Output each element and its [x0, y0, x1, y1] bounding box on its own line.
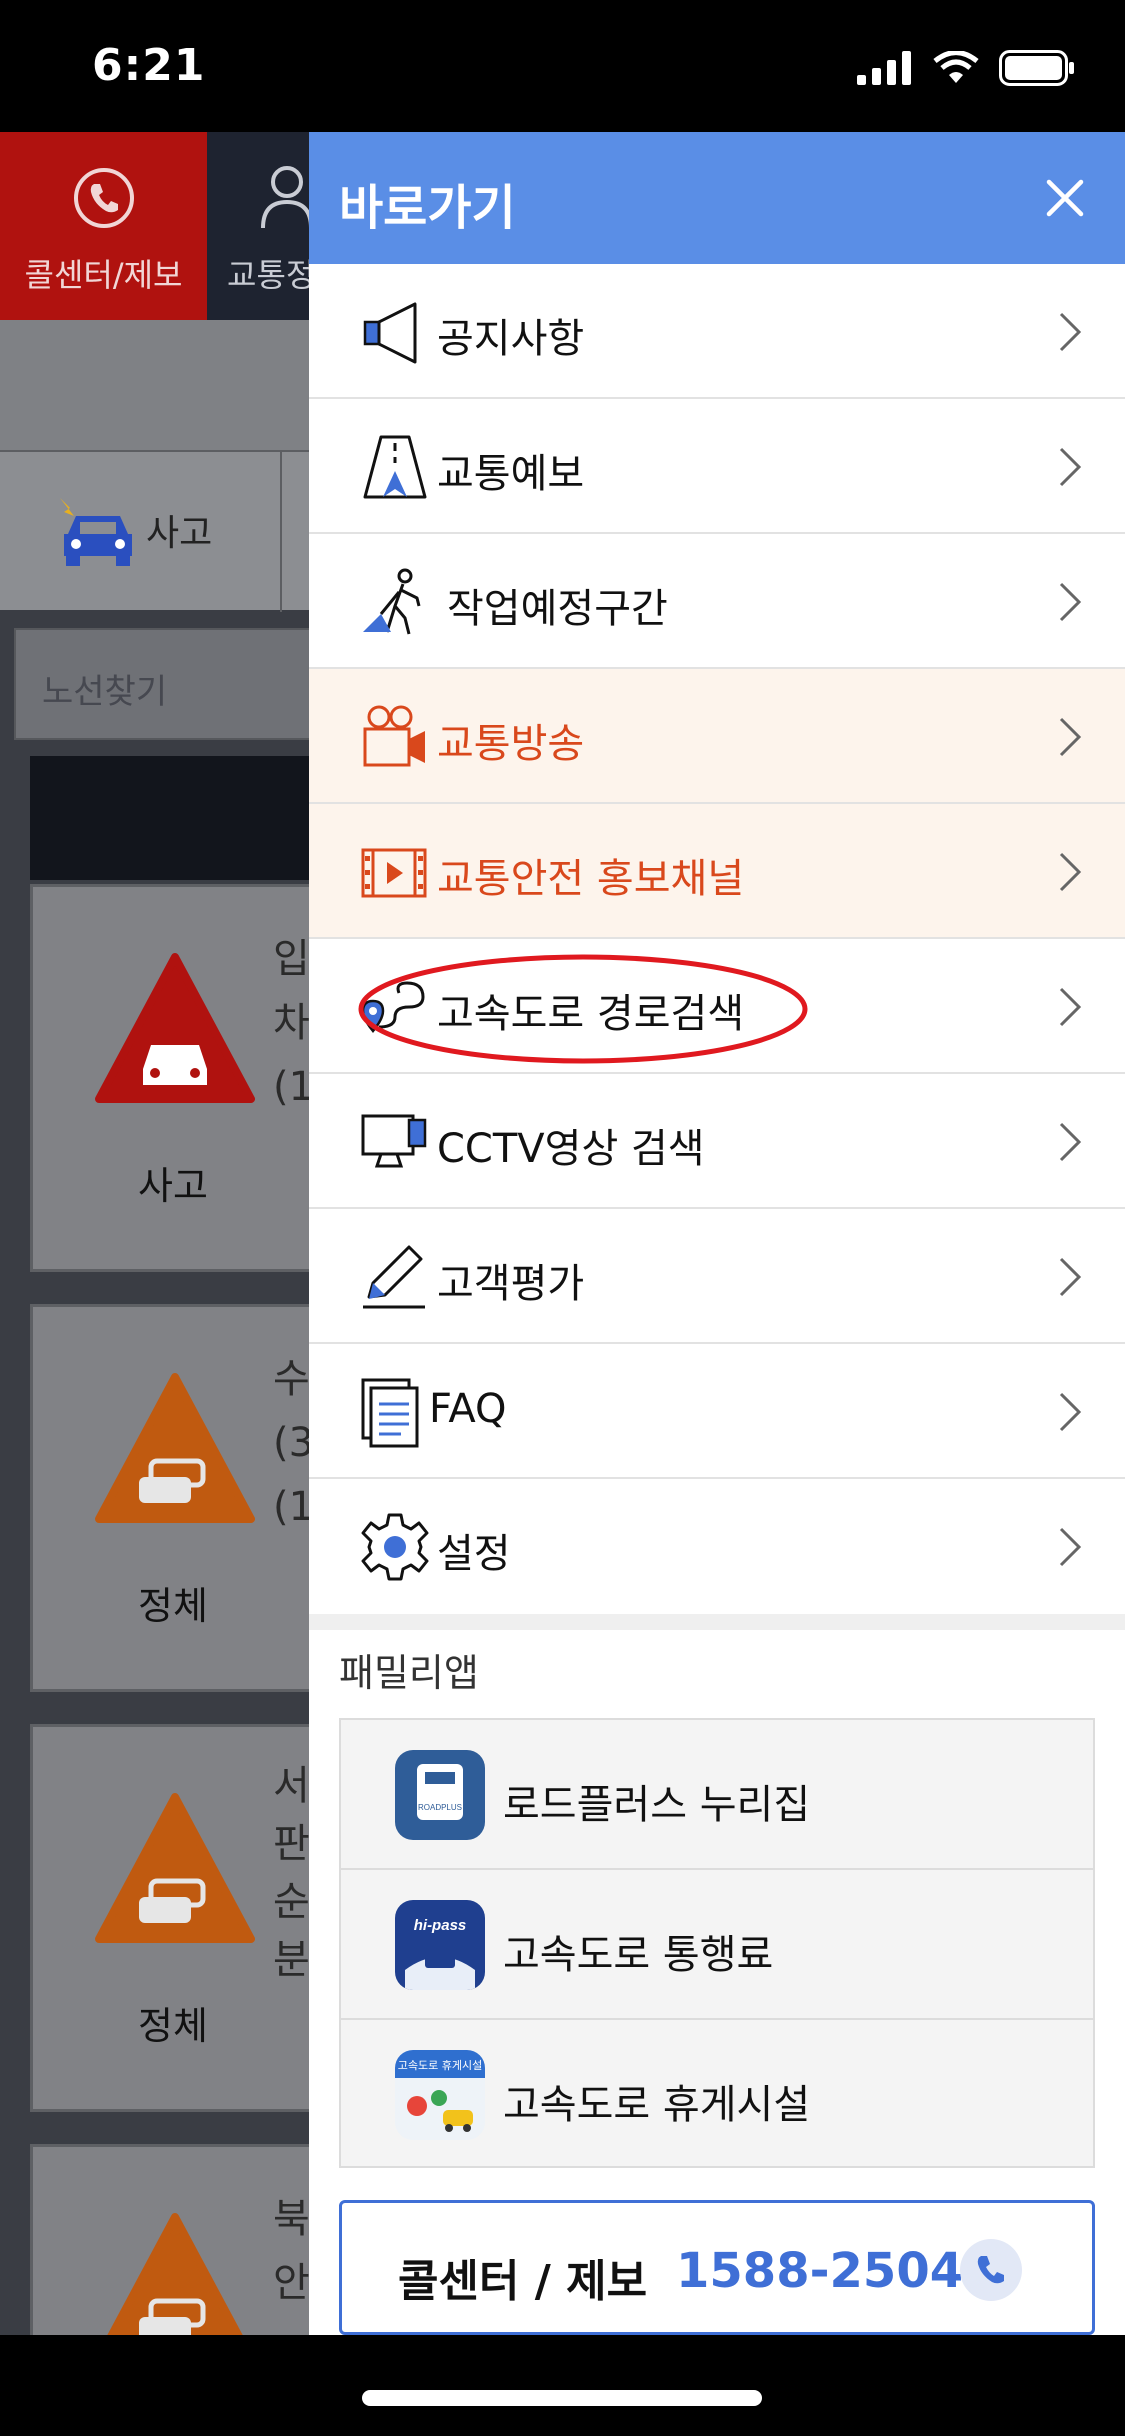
red-circle-annotation: [358, 954, 808, 1064]
document-icon: [361, 1378, 419, 1448]
bg-route-search-placeholder: 노선찾기: [42, 672, 168, 712]
chevron-right-icon: [1059, 717, 1082, 757]
drawer-title: 바로가기: [339, 180, 516, 236]
chevron-right-icon: [1059, 447, 1082, 487]
home-indicator-area: [0, 2335, 1125, 2436]
drawer-header: 바로가기: [309, 132, 1125, 264]
card-description: 입 차 (1: [273, 936, 315, 1110]
road-forecast-icon: [363, 435, 427, 499]
menu-item-label: 교통안전 홍보채널: [437, 856, 745, 902]
family-app-roadplus[interactable]: ROADPLUS 로드플러스 누리집: [341, 1720, 1093, 1870]
wifi-icon: [933, 51, 979, 83]
section-divider: [309, 1614, 1125, 1630]
chevron-right-icon: [1059, 1527, 1082, 1567]
chevron-right-icon: [1059, 582, 1082, 622]
card-type-label: 사고: [138, 1164, 208, 1208]
menu-item-label: 교통예보: [437, 451, 585, 497]
bg-tab-accident[interactable]: 사고: [0, 452, 282, 612]
callcenter-button[interactable]: 콜센터 / 제보 1588-2504: [339, 2200, 1095, 2335]
phone-icon: [74, 168, 134, 228]
family-apps-list: ROADPLUS 로드플러스 누리집 hi-pass 고속도로 통행료 고속도로…: [339, 1718, 1095, 2168]
svg-text:hi-pass: hi-pass: [414, 1917, 467, 1934]
family-apps-title: 패밀리앱: [339, 1651, 479, 1695]
roadplus-app-icon: ROADPLUS: [395, 1750, 485, 1840]
menu-item-notice[interactable]: 공지사항: [309, 264, 1125, 399]
chevron-right-icon: [1059, 312, 1082, 352]
hipass-app-icon: hi-pass: [395, 1900, 485, 1990]
menu-item-faq[interactable]: FAQ: [309, 1344, 1125, 1479]
congestion-warning-icon: [107, 2213, 243, 2335]
menu-item-traffic-forecast[interactable]: 교통예보: [309, 399, 1125, 534]
card-description: 서 판 순 분: [273, 1763, 310, 1983]
film-icon: [361, 848, 427, 898]
status-bar: 6:21: [0, 0, 1125, 132]
car-crash-icon: [60, 498, 132, 566]
status-time: 6:21: [92, 40, 206, 91]
chevron-right-icon: [1059, 852, 1082, 892]
roadwork-icon: [363, 568, 421, 635]
chevron-right-icon: [1059, 1392, 1082, 1432]
chevron-right-icon: [1059, 1257, 1082, 1297]
callcenter-number: 1588-2504: [676, 2243, 964, 2299]
menu-item-settings[interactable]: 설정: [309, 1479, 1125, 1614]
menu-item-label: CCTV영상 검색: [437, 1126, 705, 1172]
family-app-label: 고속도로 통행료: [503, 1932, 774, 1978]
video-camera-icon: [363, 705, 425, 767]
menu-item-route-search[interactable]: 고속도로 경로검색: [309, 939, 1125, 1074]
svg-text:고속도로 휴게시설: 고속도로 휴게시설: [398, 2059, 482, 2072]
chevron-right-icon: [1059, 987, 1082, 1027]
menu-item-label: 작업예정구간: [447, 586, 668, 632]
gear-icon: [361, 1513, 429, 1581]
congestion-warning-icon: [95, 1793, 255, 1943]
signal-icon: [857, 51, 911, 85]
menu-item-label: 고객평가: [437, 1261, 585, 1307]
card-type-label: 정체: [138, 1584, 208, 1628]
megaphone-icon: [363, 302, 417, 364]
shortcut-drawer: 바로가기 공지사항 교통예보 작업예정구간 교통방송 교통안전 홍보채널 고속도…: [309, 132, 1125, 2335]
pencil-icon: [363, 1245, 425, 1309]
family-app-label: 고속도로 휴게시설: [503, 2082, 811, 2128]
bg-callcenter-label: 콜센터/제보: [24, 256, 183, 294]
monitor-icon: [361, 1114, 427, 1168]
phone-icon: [960, 2239, 1022, 2301]
card-description: 수 (3 (1: [273, 1356, 315, 1530]
accident-warning-icon: [95, 953, 255, 1103]
menu-item-roadwork[interactable]: 작업예정구간: [309, 534, 1125, 669]
menu-item-label: 설정: [437, 1531, 511, 1577]
bg-traffic-label: 교통정: [227, 256, 316, 294]
close-icon[interactable]: [1035, 168, 1095, 228]
bg-tab-accident-label: 사고: [146, 513, 213, 554]
status-icons: [857, 50, 1075, 86]
family-app-rest-area[interactable]: 고속도로 휴게시설 고속도로 휴게시설: [341, 2020, 1093, 2170]
family-app-label: 로드플러스 누리집: [503, 1782, 811, 1828]
menu-item-safety-channel[interactable]: 교통안전 홍보채널: [309, 804, 1125, 939]
menu-item-label: 공지사항: [437, 316, 585, 362]
congestion-warning-icon: [95, 1373, 255, 1523]
chevron-right-icon: [1059, 1122, 1082, 1162]
user-icon: [261, 166, 313, 229]
menu-item-customer-review[interactable]: 고객평가: [309, 1209, 1125, 1344]
menu-item-label: 교통방송: [437, 721, 585, 767]
menu-item-cctv-search[interactable]: CCTV영상 검색: [309, 1074, 1125, 1209]
rest-area-app-icon: 고속도로 휴게시설: [395, 2050, 485, 2140]
svg-text:ROADPLUS: ROADPLUS: [418, 1803, 462, 1812]
battery-icon: [999, 50, 1074, 86]
family-app-hipass[interactable]: hi-pass 고속도로 통행료: [341, 1870, 1093, 2020]
home-indicator[interactable]: [362, 2390, 762, 2406]
menu-item-traffic-broadcast[interactable]: 교통방송: [309, 669, 1125, 804]
card-type-label: 정체: [138, 2004, 208, 2048]
card-description: 북 안: [273, 2196, 310, 2306]
menu-item-label: FAQ: [429, 1386, 507, 1432]
callcenter-label: 콜센터 / 제보: [398, 2256, 648, 2307]
bg-callcenter-tab[interactable]: 콜센터/제보: [0, 132, 207, 320]
